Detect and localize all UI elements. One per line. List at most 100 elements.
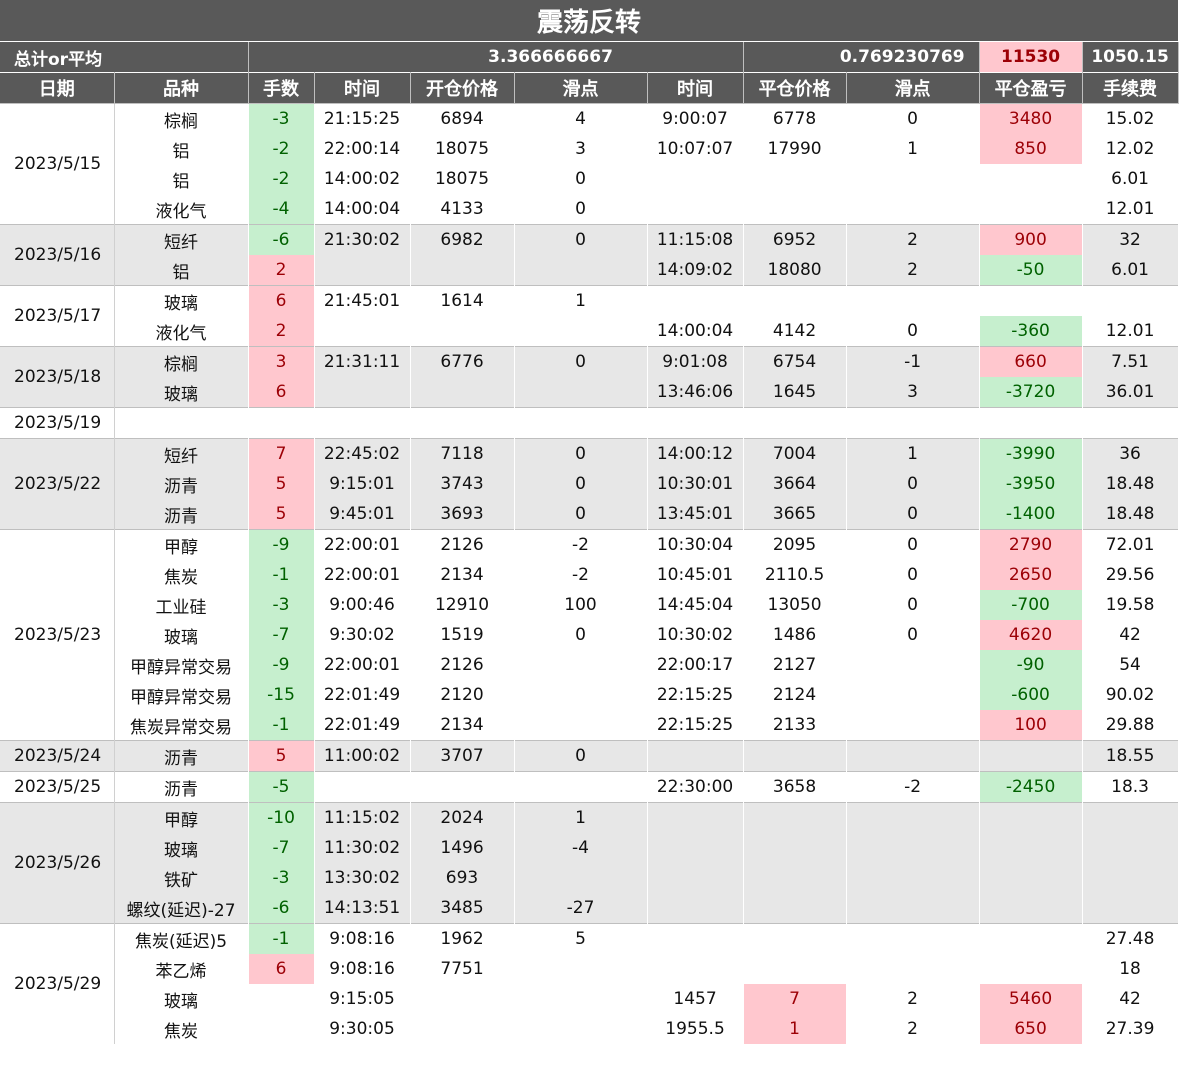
open-slippage-cell[interactable]: [514, 710, 648, 741]
close-pnl-cell[interactable]: -360: [979, 316, 1083, 347]
lots-cell[interactable]: -6: [248, 224, 315, 255]
open-slippage-cell[interactable]: 5: [514, 923, 648, 954]
fee-cell[interactable]: [1082, 833, 1179, 863]
close-pnl-cell[interactable]: 900: [979, 224, 1083, 255]
close-time-cell[interactable]: 10:07:07: [647, 134, 744, 164]
product-cell[interactable]: 玻璃: [114, 620, 249, 650]
fee-cell[interactable]: 42: [1082, 984, 1179, 1014]
close-slippage-cell[interactable]: 0: [846, 469, 980, 499]
fee-cell[interactable]: 42: [1082, 620, 1179, 650]
date-cell[interactable]: 2023/5/25: [0, 771, 115, 803]
open-slippage-cell[interactable]: [514, 954, 648, 984]
fee-cell[interactable]: 6.01: [1082, 255, 1179, 286]
product-cell[interactable]: 铝: [114, 134, 249, 164]
fee-cell[interactable]: 90.02: [1082, 680, 1179, 710]
close-price-cell[interactable]: 3664: [743, 469, 847, 499]
open-slippage-cell[interactable]: 1: [514, 802, 648, 833]
close-slippage-cell[interactable]: [846, 710, 980, 741]
close-time-cell[interactable]: 10:45:01: [647, 560, 744, 590]
open-slippage-cell[interactable]: [514, 377, 648, 408]
open-time-cell[interactable]: 9:00:46: [314, 590, 411, 620]
close-price-cell[interactable]: 2095: [743, 529, 847, 560]
open-time-cell[interactable]: [314, 771, 411, 803]
product-cell[interactable]: 玻璃: [114, 377, 249, 408]
open-time-cell[interactable]: 9:30:02: [314, 620, 411, 650]
lots-cell[interactable]: 5: [248, 469, 315, 499]
open-time-cell[interactable]: [314, 255, 411, 286]
close-price-cell[interactable]: [743, 407, 847, 439]
open-time-cell[interactable]: 22:01:49: [314, 710, 411, 741]
product-cell[interactable]: 焦炭: [114, 560, 249, 590]
lots-cell[interactable]: 6: [248, 285, 315, 316]
open-time-cell[interactable]: 11:00:02: [314, 740, 411, 772]
lots-cell[interactable]: -1: [248, 710, 315, 741]
open-price-cell[interactable]: 18075: [410, 134, 515, 164]
date-cell[interactable]: 2023/5/18: [0, 346, 115, 408]
open-time-cell[interactable]: 22:00:14: [314, 134, 411, 164]
close-pnl-cell[interactable]: -3990: [979, 438, 1083, 469]
open-time-cell[interactable]: [314, 377, 411, 408]
close-pnl-cell[interactable]: -3950: [979, 469, 1083, 499]
lots-cell[interactable]: -1: [248, 923, 315, 954]
open-price-cell[interactable]: 2024: [410, 802, 515, 833]
product-cell[interactable]: 玻璃: [114, 984, 249, 1014]
close-price-cell[interactable]: 2124: [743, 680, 847, 710]
open-price-cell[interactable]: [410, 771, 515, 803]
close-price-cell[interactable]: [743, 954, 847, 984]
lots-cell[interactable]: -5: [248, 771, 315, 803]
open-slippage-cell[interactable]: 0: [514, 224, 648, 255]
close-price-cell[interactable]: 17990: [743, 134, 847, 164]
close-time-cell[interactable]: [647, 954, 744, 984]
close-time-cell[interactable]: 1457: [647, 984, 744, 1014]
close-price-cell[interactable]: 2133: [743, 710, 847, 741]
close-slippage-cell[interactable]: [846, 954, 980, 984]
close-pnl-cell[interactable]: [979, 923, 1083, 954]
close-price-cell[interactable]: 1: [743, 1014, 847, 1044]
lots-cell[interactable]: 6: [248, 954, 315, 984]
fee-cell[interactable]: 7.51: [1082, 346, 1179, 377]
close-price-cell[interactable]: 3658: [743, 771, 847, 803]
close-time-cell[interactable]: 11:15:08: [647, 224, 744, 255]
fee-cell[interactable]: [1082, 407, 1179, 439]
close-pnl-cell[interactable]: [979, 833, 1083, 863]
open-price-cell[interactable]: 2126: [410, 650, 515, 680]
open-time-cell[interactable]: 21:31:11: [314, 346, 411, 377]
open-slippage-cell[interactable]: 0: [514, 194, 648, 225]
lots-cell[interactable]: -2: [248, 134, 315, 164]
close-time-cell[interactable]: 10:30:04: [647, 529, 744, 560]
open-price-cell[interactable]: [410, 984, 515, 1014]
product-cell[interactable]: 苯乙烯: [114, 954, 249, 984]
close-pnl-cell[interactable]: [979, 407, 1083, 439]
close-time-cell[interactable]: [647, 833, 744, 863]
close-slippage-cell[interactable]: -1: [846, 346, 980, 377]
close-slippage-cell[interactable]: 2: [846, 1014, 980, 1044]
open-slippage-cell[interactable]: -2: [514, 529, 648, 560]
close-time-cell[interactable]: 14:00:12: [647, 438, 744, 469]
open-time-cell[interactable]: 9:08:16: [314, 954, 411, 984]
open-slippage-cell[interactable]: -2: [514, 560, 648, 590]
fee-cell[interactable]: 29.88: [1082, 710, 1179, 741]
close-time-cell[interactable]: 13:45:01: [647, 499, 744, 530]
open-time-cell[interactable]: 9:30:05: [314, 1014, 411, 1044]
close-price-cell[interactable]: [743, 194, 847, 225]
open-slippage-cell[interactable]: [514, 1014, 648, 1044]
open-price-cell[interactable]: 3707: [410, 740, 515, 772]
open-time-cell[interactable]: 21:30:02: [314, 224, 411, 255]
close-pnl-cell[interactable]: 650: [979, 1014, 1083, 1044]
lots-cell[interactable]: [248, 407, 315, 439]
open-time-cell[interactable]: 22:45:02: [314, 438, 411, 469]
lots-cell[interactable]: -3: [248, 103, 315, 134]
date-cell[interactable]: 2023/5/17: [0, 285, 115, 347]
open-slippage-cell[interactable]: 0: [514, 346, 648, 377]
close-slippage-cell[interactable]: 0: [846, 560, 980, 590]
open-slippage-cell[interactable]: [514, 771, 648, 803]
product-cell[interactable]: 玻璃: [114, 285, 249, 316]
open-price-cell[interactable]: 2120: [410, 680, 515, 710]
product-cell[interactable]: 棕榈: [114, 103, 249, 134]
fee-cell[interactable]: 18.55: [1082, 740, 1179, 772]
product-cell[interactable]: [114, 407, 249, 439]
close-price-cell[interactable]: [743, 802, 847, 833]
open-time-cell[interactable]: 9:15:05: [314, 984, 411, 1014]
open-time-cell[interactable]: [314, 407, 411, 439]
open-slippage-cell[interactable]: 0: [514, 620, 648, 650]
